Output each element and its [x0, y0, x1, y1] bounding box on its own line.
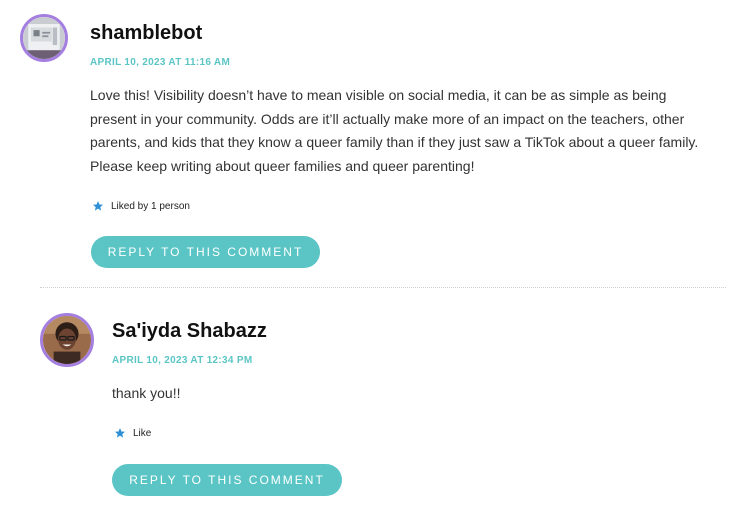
- avatar-image: [23, 17, 65, 59]
- like-count-label: Liked by 1 person: [111, 200, 190, 212]
- comment-date-link[interactable]: APRIL 10, 2023 AT 12:34 PM: [112, 355, 252, 366]
- comment-divider: [40, 287, 726, 288]
- comment-date-link[interactable]: APRIL 10, 2023 AT 11:16 AM: [90, 57, 230, 68]
- comment-author: shamblebot: [90, 22, 203, 44]
- comment-author: Sa'iyda Shabazz: [112, 320, 267, 342]
- reply-button[interactable]: REPLY TO THIS COMMENT: [112, 464, 342, 496]
- comment-line: Love this! Visibility doesn’t have to me…: [90, 87, 667, 103]
- like-label: Like: [133, 427, 152, 439]
- comment-body: Love this! Visibility doesn’t have to me…: [90, 84, 730, 178]
- comment-line: parents, and kids that they know a queer…: [90, 134, 699, 150]
- like-widget[interactable]: Like: [114, 427, 151, 439]
- avatar-saiyda-shabazz[interactable]: [40, 313, 94, 367]
- comment-line: Please keep writing about queer families…: [90, 157, 475, 174]
- star-icon: [93, 201, 103, 211]
- like-widget[interactable]: Liked by 1 person: [92, 200, 190, 212]
- avatar-image: [43, 316, 91, 364]
- star-icon: [115, 428, 125, 438]
- comment-line: present in your community. Odds are it’l…: [90, 110, 685, 127]
- avatar-shamblebot[interactable]: [20, 14, 68, 62]
- reply-button[interactable]: REPLY TO THIS COMMENT: [91, 236, 320, 268]
- comment-body: thank you!!: [112, 385, 181, 401]
